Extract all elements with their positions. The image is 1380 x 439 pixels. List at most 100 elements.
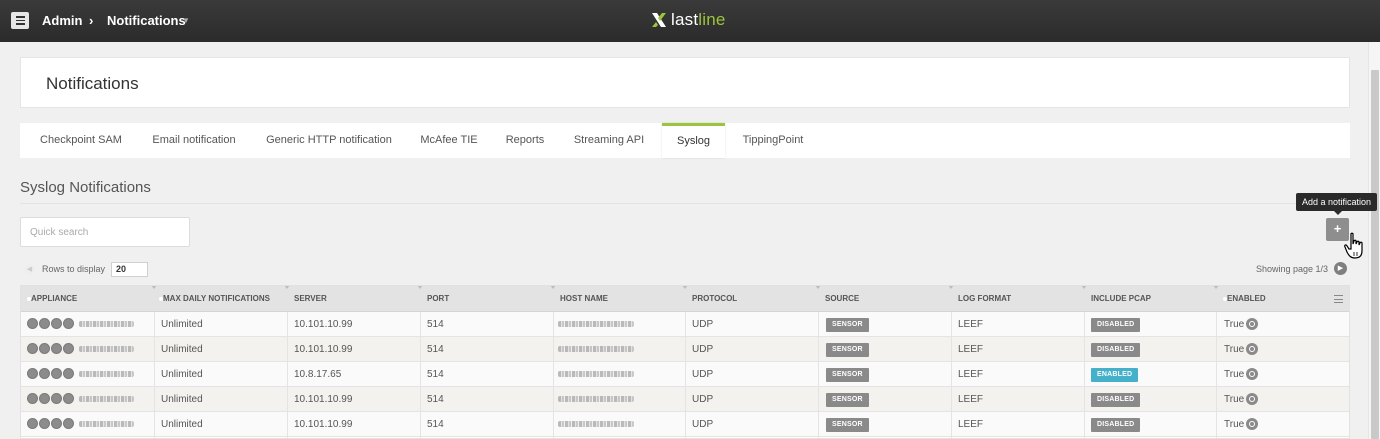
- max-daily-cell: Unlimited: [161, 394, 203, 405]
- hand-cursor-icon: [1344, 232, 1363, 259]
- pcap-badge: DISABLED: [1091, 393, 1141, 407]
- column-divider: [1084, 312, 1085, 438]
- port-cell: 514: [427, 344, 444, 355]
- delete-icon[interactable]: [39, 418, 50, 429]
- appliance-name-redacted: [79, 346, 134, 352]
- server-cell: 10.101.10.99: [294, 319, 353, 330]
- source-badge: SENSOR: [826, 368, 869, 382]
- section-divider: [20, 203, 1350, 204]
- delete-icon[interactable]: [39, 368, 50, 379]
- column-header-enabled[interactable]: ENABLED: [1223, 286, 1266, 312]
- column-header-include-pcap[interactable]: INCLUDE PCAP: [1091, 286, 1151, 312]
- log-format-cell: LEEF: [958, 394, 984, 405]
- log-format-cell: LEEF: [958, 369, 984, 380]
- host-name-redacted: [558, 346, 634, 352]
- sort-indicator-icon: [1081, 286, 1087, 289]
- edit-icon[interactable]: [27, 343, 38, 354]
- protocol-cell: UDP: [692, 369, 714, 380]
- lastline-logo: lastline: [651, 10, 726, 30]
- column-header-log-format[interactable]: LOG FORMAT: [958, 286, 1011, 312]
- appliance-name-redacted: [79, 421, 134, 427]
- logo-text: lastline: [671, 10, 726, 29]
- appliance-icons: [27, 393, 74, 404]
- server-cell: 10.8.17.65: [294, 369, 342, 380]
- source-badge: SENSOR: [826, 318, 869, 332]
- edit-icon[interactable]: [27, 318, 38, 329]
- column-header-protocol[interactable]: PROTOCOL: [692, 286, 737, 312]
- toggle-enabled-icon[interactable]: [1246, 343, 1258, 355]
- shield-icon[interactable]: [63, 368, 74, 379]
- next-page-icon[interactable]: ▶: [1334, 262, 1347, 275]
- enabled-cell: True: [1224, 394, 1245, 405]
- copy-icon[interactable]: [51, 393, 62, 404]
- breadcrumb-admin[interactable]: Admin: [42, 13, 82, 28]
- column-header-max-daily-notifications[interactable]: MAX DAILY NOTIFICATIONS: [159, 286, 270, 312]
- column-header-host-name[interactable]: HOST NAME: [560, 286, 608, 312]
- appliance-name-redacted: [79, 396, 134, 402]
- copy-icon[interactable]: [51, 343, 62, 354]
- server-cell: 10.101.10.99: [294, 344, 353, 355]
- tab-generic-http-notification[interactable]: Generic HTTP notification: [265, 123, 393, 158]
- tab-tippingpoint[interactable]: TippingPoint: [740, 123, 806, 158]
- sort-indicator-icon: [815, 286, 821, 289]
- column-header-server[interactable]: SERVER: [294, 286, 327, 312]
- tab-syslog[interactable]: Syslog: [662, 123, 725, 158]
- quick-search-input[interactable]: [20, 217, 190, 247]
- breadcrumb-separator: ›: [89, 13, 94, 28]
- edit-icon[interactable]: [27, 418, 38, 429]
- logo-mark-icon: [652, 13, 666, 27]
- tab-streaming-api[interactable]: Streaming API: [572, 123, 646, 158]
- column-header-appliance[interactable]: APPLIANCE: [27, 286, 77, 312]
- toggle-enabled-icon[interactable]: [1246, 393, 1258, 405]
- appliance-icons: [27, 318, 74, 329]
- delete-icon[interactable]: [39, 393, 50, 404]
- copy-icon[interactable]: [51, 318, 62, 329]
- edit-icon[interactable]: [27, 393, 38, 404]
- tab-mcafee-tie[interactable]: McAfee TIE: [419, 123, 479, 158]
- title-panel: Notifications: [20, 57, 1350, 108]
- max-daily-cell: Unlimited: [161, 319, 203, 330]
- column-header-port[interactable]: PORT: [427, 286, 449, 312]
- toggle-enabled-icon[interactable]: [1246, 318, 1258, 330]
- shield-icon[interactable]: [63, 318, 74, 329]
- tab-checkpoint-sam[interactable]: Checkpoint SAM: [40, 123, 122, 158]
- rows-to-display-input[interactable]: 20: [111, 262, 148, 277]
- pcap-badge: ENABLED: [1091, 368, 1139, 382]
- sort-indicator-icon: [284, 286, 290, 289]
- delete-icon[interactable]: [39, 343, 50, 354]
- max-daily-cell: Unlimited: [161, 344, 203, 355]
- breadcrumb-notifications[interactable]: Notifications: [107, 13, 186, 28]
- appliance-icons: [27, 343, 74, 354]
- delete-icon[interactable]: [39, 318, 50, 329]
- edit-icon[interactable]: [27, 368, 38, 379]
- tab-email-notification[interactable]: Email notification: [148, 123, 240, 158]
- appliance-icons: [27, 418, 74, 429]
- log-format-cell: LEEF: [958, 419, 984, 430]
- copy-icon[interactable]: [51, 368, 62, 379]
- column-menu-icon[interactable]: [1334, 295, 1343, 303]
- max-daily-cell: Unlimited: [161, 419, 203, 430]
- appliance-name-redacted: [79, 371, 134, 377]
- sort-indicator-icon: [948, 286, 954, 289]
- host-name-redacted: [558, 371, 634, 377]
- tab-bar: Checkpoint SAM Email notification Generi…: [20, 123, 1350, 158]
- scrollbar-thumb[interactable]: [1371, 70, 1379, 439]
- port-cell: 514: [427, 419, 444, 430]
- column-divider: [818, 312, 819, 438]
- copy-icon[interactable]: [51, 418, 62, 429]
- hamburger-menu-icon[interactable]: [11, 12, 29, 29]
- toggle-enabled-icon[interactable]: [1246, 368, 1258, 380]
- shield-icon[interactable]: [63, 343, 74, 354]
- chevron-down-icon[interactable]: ▼: [182, 16, 190, 25]
- shield-icon[interactable]: [63, 393, 74, 404]
- port-cell: 514: [427, 319, 444, 330]
- column-divider: [287, 312, 288, 438]
- toggle-enabled-icon[interactable]: [1246, 418, 1258, 430]
- tab-reports[interactable]: Reports: [504, 123, 546, 158]
- previous-page-icon[interactable]: ◀: [24, 264, 35, 275]
- shield-icon[interactable]: [63, 418, 74, 429]
- appliance-icons: [27, 368, 74, 379]
- top-bar: Admin › Notifications ▼ lastline: [0, 0, 1380, 42]
- column-header-source[interactable]: SOURCE: [825, 286, 859, 312]
- scrollbar[interactable]: [1368, 42, 1380, 439]
